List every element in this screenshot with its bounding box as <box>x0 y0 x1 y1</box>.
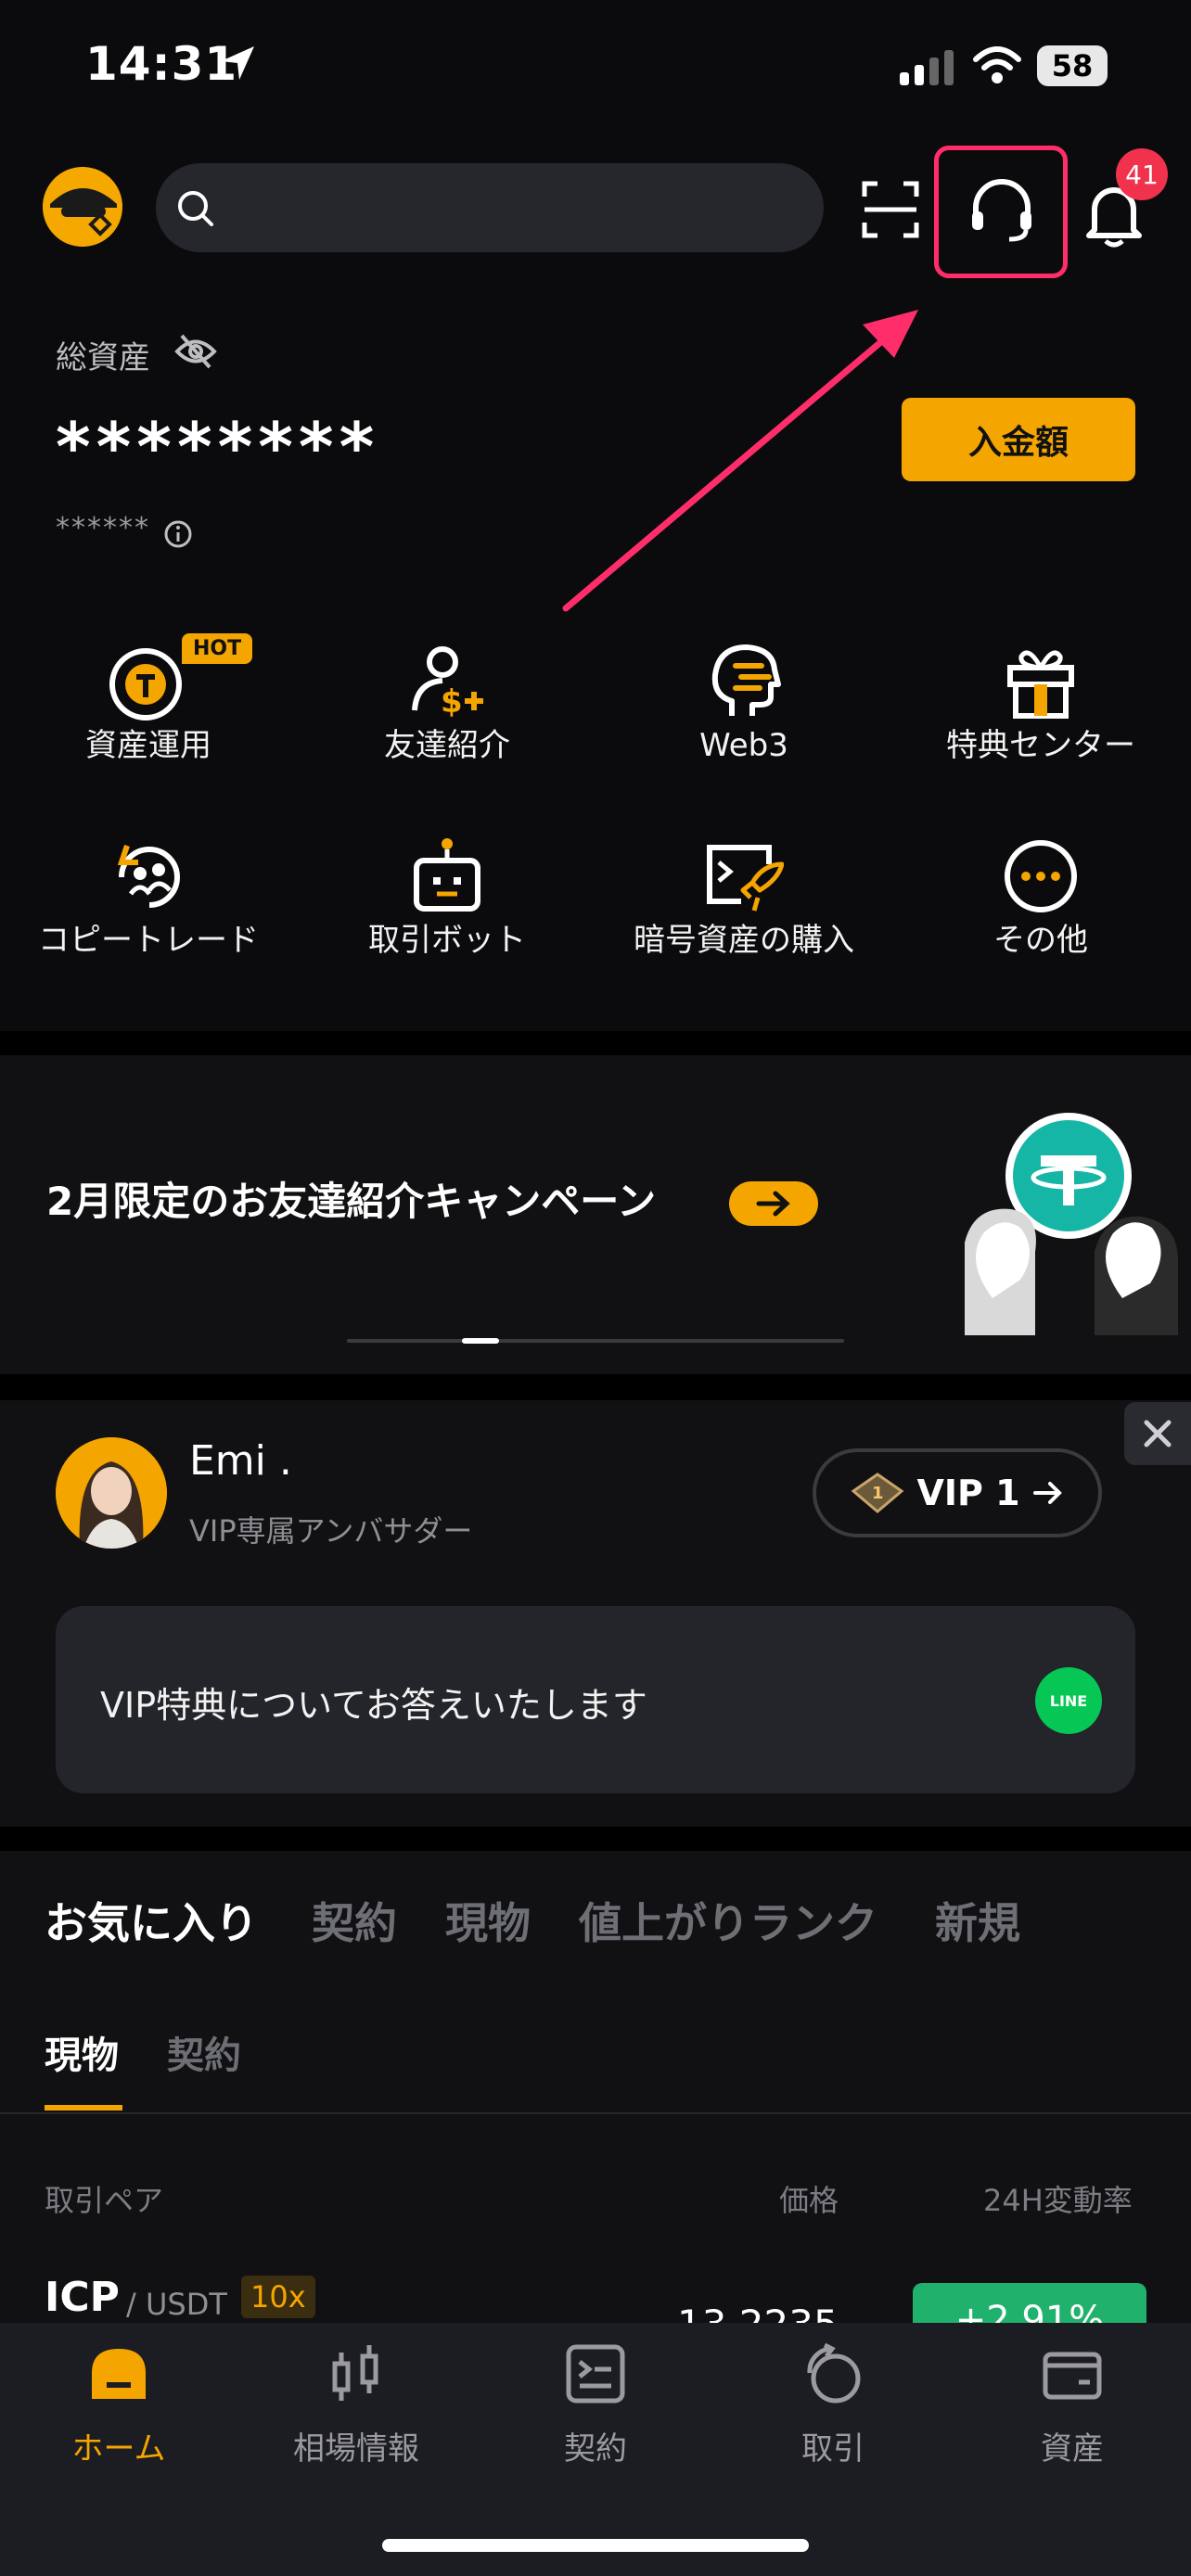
quick-action-referral[interactable]: $ 友達紹介 <box>327 642 568 764</box>
total-assets-value: ******** <box>56 408 380 486</box>
arrow-right-icon <box>756 1191 790 1217</box>
tab-new[interactable]: 新規 <box>935 1890 1020 1951</box>
banner-title: 2月限定のお友達紹介キャンペーン <box>46 1179 657 1224</box>
avatar-icon <box>56 1437 167 1549</box>
scan-icon[interactable] <box>861 180 920 239</box>
quick-action-label: Web3 <box>699 727 788 764</box>
nav-label: 契約 <box>564 2430 627 2468</box>
quick-action-rewards[interactable]: 特典センター <box>920 642 1161 764</box>
vip-diamond-icon: 1 <box>851 1473 904 1513</box>
nav-home[interactable]: ホーム <box>17 2341 221 2468</box>
nav-label: 相場情報 <box>293 2430 419 2468</box>
tether-coin-icon <box>109 648 182 721</box>
line-icon: LINE <box>1049 1691 1088 1710</box>
promo-illustration <box>965 1113 1178 1335</box>
quick-action-label: コピートレード <box>38 922 259 959</box>
copy-trade-icon <box>117 845 180 908</box>
svg-text:1: 1 <box>872 1484 884 1503</box>
rocket-card-icon <box>707 845 784 912</box>
customer-support-icon[interactable] <box>967 176 1037 247</box>
quick-action-more[interactable]: その他 <box>920 836 1161 959</box>
info-icon[interactable] <box>163 519 193 549</box>
eye-hidden-icon[interactable] <box>174 332 217 371</box>
wallet-icon <box>1043 2352 1102 2400</box>
candlestick-icon <box>332 2345 378 2401</box>
subtab-spot[interactable]: 現物 <box>45 2025 119 2079</box>
leverage-badge: 10x <box>241 2276 315 2318</box>
assets-sub-value: ****** <box>56 512 150 544</box>
nav-futures[interactable]: 契約 <box>493 2341 698 2468</box>
status-time: 14:31 <box>85 37 238 91</box>
ambassador-role: VIP専属アンバサダー <box>189 1513 473 1549</box>
wifi-icon <box>973 46 1021 83</box>
vip-level-label: VIP 1 <box>916 1473 1020 1513</box>
divider-line <box>0 2112 1191 2114</box>
column-change: 24H変動率 <box>983 2183 1133 2218</box>
ambassador-name: Emi . <box>189 1437 292 1485</box>
quick-action-label: 取引ボット <box>368 922 526 959</box>
banner-go-button[interactable] <box>729 1181 818 1226</box>
nav-trade[interactable]: 取引 <box>731 2341 935 2468</box>
referral-icon: $ <box>412 646 483 721</box>
carousel-track <box>347 1339 844 1343</box>
location-arrow-icon <box>221 46 254 80</box>
search-icon <box>178 191 213 226</box>
deposit-button[interactable]: 入金額 <box>902 398 1135 481</box>
avatar-icon <box>43 167 122 247</box>
section-divider <box>0 1827 1191 1851</box>
quick-action-label: 友達紹介 <box>384 727 510 764</box>
quick-action-label: 特典センター <box>946 727 1135 764</box>
row-pair-base[interactable]: ICP <box>45 2274 120 2321</box>
trade-exchange-icon <box>807 2342 861 2404</box>
tab-favorites[interactable]: お気に入り <box>45 1890 258 1951</box>
tab-spot[interactable]: 現物 <box>445 1890 531 1951</box>
row-pair-quote: / USDT <box>126 2287 227 2322</box>
arrow-right-icon <box>1032 1482 1062 1504</box>
close-button[interactable] <box>1124 1402 1191 1465</box>
notification-badge: 41 <box>1116 148 1168 200</box>
web3-head-icon <box>711 644 781 716</box>
column-pair: 取引ペア <box>45 2183 164 2218</box>
nav-markets[interactable]: 相場情報 <box>254 2341 458 2468</box>
svg-text:$: $ <box>441 683 463 721</box>
quick-action-copy-trade[interactable]: コピートレード <box>28 836 269 959</box>
section-divider <box>0 1374 1191 1400</box>
more-icon <box>1005 840 1077 912</box>
annotation-arrow-icon <box>562 310 918 612</box>
nav-label: 取引 <box>801 2430 864 2468</box>
quick-action-label: 暗号資産の購入 <box>634 922 854 959</box>
home-icon <box>92 2349 146 2399</box>
ambassador-avatar <box>56 1437 167 1549</box>
hot-badge: HOT <box>182 633 253 664</box>
signal-icon <box>900 50 954 85</box>
quick-action-trading-bot[interactable]: 取引ボット <box>327 836 568 959</box>
search-input[interactable] <box>156 163 824 252</box>
futures-icon <box>566 2344 625 2404</box>
battery-indicator: 58 <box>1037 45 1108 86</box>
nav-label: ホーム <box>71 2430 166 2468</box>
robot-icon <box>414 838 480 912</box>
gift-icon <box>1007 650 1074 719</box>
total-assets-label: 総資産 <box>56 339 150 376</box>
carousel-indicator <box>462 1338 499 1344</box>
vip-level-button[interactable]: 1 VIP 1 <box>813 1448 1102 1537</box>
quick-action-label: 資産運用 <box>85 727 211 764</box>
ambassador-message: VIP特典についてお答えいたします <box>100 1685 647 1726</box>
home-indicator <box>382 2539 809 2552</box>
nav-label: 資産 <box>1041 2430 1104 2468</box>
column-price: 価格 <box>779 2183 839 2218</box>
subtab-futures[interactable]: 契約 <box>167 2025 241 2079</box>
quick-action-web3[interactable]: Web3 <box>623 642 864 764</box>
user-avatar[interactable] <box>43 167 122 247</box>
close-icon <box>1144 1420 1172 1447</box>
nav-assets[interactable]: 資産 <box>970 2341 1174 2468</box>
line-chat-button[interactable]: LINE <box>1035 1667 1102 1734</box>
tab-top-gainers[interactable]: 値上がりランク <box>579 1890 877 1951</box>
tab-futures[interactable]: 契約 <box>312 1890 397 1951</box>
quick-action-buy-crypto[interactable]: 暗号資産の購入 <box>623 836 864 959</box>
quick-action-label: その他 <box>993 922 1088 959</box>
section-divider <box>0 1031 1191 1055</box>
subtab-underline <box>45 2105 122 2111</box>
